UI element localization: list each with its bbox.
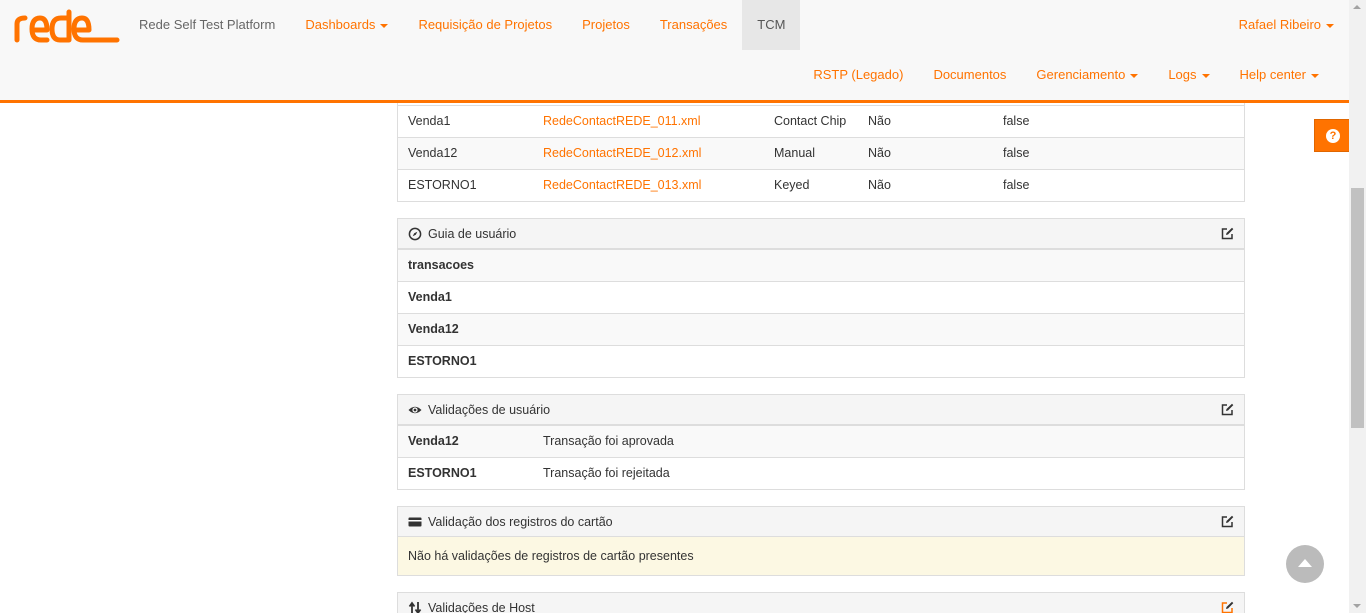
validacao-cartao-panel: Validação dos registros do cartão Não há…	[397, 506, 1245, 576]
transaction-type: Contact Chip	[774, 114, 847, 128]
eye-icon	[408, 406, 422, 414]
secondary-nav: RSTP (Legado) Documentos Gerenciamento L…	[798, 50, 1334, 100]
nav-projetos[interactable]: Projetos	[567, 0, 645, 50]
compass-icon	[408, 227, 422, 241]
guide-item: ESTORNO1	[408, 354, 477, 368]
panel-title: Validações de Host	[428, 601, 535, 613]
credit-card-icon	[408, 517, 422, 527]
table-row: ESTORNO1 RedeContactREDE_013.xml Keyed N…	[398, 169, 1244, 201]
validation-text: Transação foi rejeitada	[543, 466, 670, 480]
nav-help-center-label: Help center	[1239, 67, 1306, 82]
caret-down-icon	[1326, 23, 1334, 28]
nav-logs[interactable]: Logs	[1153, 50, 1224, 100]
nav-gerenciamento-label: Gerenciamento	[1036, 67, 1126, 82]
scrollbar-thumb[interactable]	[1351, 188, 1364, 428]
transaction-flag: Não	[868, 114, 891, 128]
list-item: ESTORNO1	[398, 345, 1244, 377]
list-item: transacoes	[398, 249, 1244, 281]
transaction-value: false	[1003, 146, 1030, 160]
validacoes-usuario-panel: Validações de usuário Venda12 Transação …	[397, 394, 1245, 490]
top-navbar: Rede Self Test Platform Dashboards Requi…	[0, 0, 1349, 103]
nav-logs-label: Logs	[1168, 67, 1197, 82]
help-button[interactable]: ?	[1314, 119, 1349, 152]
transaction-name: ESTORNO1	[408, 178, 477, 192]
nav-rstp-legado[interactable]: RSTP (Legado)	[798, 50, 918, 100]
transaction-file-link[interactable]: RedeContactREDE_012.xml	[543, 138, 701, 169]
transaction-file-link[interactable]: RedeContactREDE_011.xml	[543, 106, 700, 137]
brand-link[interactable]: Rede Self Test Platform	[124, 0, 290, 50]
validacoes-host-panel: Validações de Host	[397, 592, 1245, 613]
edit-icon[interactable]	[1221, 403, 1234, 416]
panel-heading: Validações de Host	[398, 593, 1244, 613]
caret-down-icon	[1311, 73, 1319, 78]
validation-row: ESTORNO1 Transação foi rejeitada	[398, 457, 1244, 489]
scroll-down-icon[interactable]	[1353, 604, 1361, 608]
nav-dashboards-label: Dashboards	[305, 17, 376, 32]
nav-transacoes[interactable]: Transações	[645, 0, 742, 50]
sort-arrows-icon	[408, 601, 422, 613]
validation-row: Venda12 Transação foi aprovada	[398, 425, 1244, 457]
transaction-flag: Não	[868, 178, 891, 192]
transaction-type: Manual	[774, 146, 815, 160]
caret-down-icon	[380, 23, 389, 28]
transactions-table: Venda1 RedeContactREDE_011.xml Contact C…	[397, 89, 1245, 202]
back-to-top-button[interactable]	[1286, 545, 1324, 583]
nav-help-center[interactable]: Help center	[1225, 50, 1334, 100]
panel-heading: Validação dos registros do cartão	[398, 507, 1244, 537]
panel-heading: Validações de usuário	[398, 395, 1244, 425]
page-scrollbar[interactable]	[1349, 0, 1366, 613]
nav-tcm[interactable]: TCM	[742, 0, 801, 50]
validation-name: ESTORNO1	[408, 466, 477, 480]
guia-usuario-panel: Guia de usuário transacoes Venda1 Venda1…	[397, 218, 1245, 378]
caret-down-icon	[1130, 73, 1139, 78]
edit-icon[interactable]	[1221, 515, 1234, 528]
panel-heading: Guia de usuário	[398, 219, 1244, 249]
arrow-up-icon	[1298, 559, 1312, 567]
edit-icon[interactable]	[1221, 227, 1234, 240]
transaction-flag: Não	[868, 146, 891, 160]
guide-item: Venda1	[408, 290, 452, 304]
main-nav: Rede Self Test Platform Dashboards Requi…	[124, 0, 801, 50]
list-item: Venda12	[398, 313, 1244, 345]
transaction-file-link[interactable]: RedeContactREDE_013.xml	[543, 170, 701, 201]
panel-title: Validação dos registros do cartão	[428, 515, 613, 529]
table-row: Venda1 RedeContactREDE_011.xml Contact C…	[398, 105, 1244, 137]
question-icon: ?	[1326, 129, 1340, 143]
caret-down-icon	[1201, 73, 1210, 78]
empty-message: Não há validações de registros de cartão…	[408, 549, 694, 563]
panel-title: Guia de usuário	[428, 227, 517, 241]
user-menu[interactable]: Rafael Ribeiro	[1239, 0, 1334, 50]
validation-name: Venda12	[408, 434, 459, 448]
validation-text: Transação foi aprovada	[543, 434, 674, 448]
transaction-name: Venda1	[408, 114, 451, 128]
transaction-type: Keyed	[774, 178, 810, 192]
transaction-name: Venda12	[408, 146, 458, 160]
nav-requisicao-projetos[interactable]: Requisição de Projetos	[403, 0, 567, 50]
nav-gerenciamento[interactable]: Gerenciamento	[1021, 50, 1153, 100]
panel-title: Validações de usuário	[428, 403, 551, 417]
guide-item: Venda12	[408, 322, 459, 336]
scroll-up-icon[interactable]	[1353, 5, 1361, 9]
nav-documentos[interactable]: Documentos	[918, 50, 1021, 100]
guide-item: transacoes	[408, 258, 475, 272]
transaction-value: false	[1003, 114, 1030, 128]
table-row: Venda12 RedeContactREDE_012.xml Manual N…	[398, 137, 1244, 169]
empty-message-row: Não há validações de registros de cartão…	[398, 537, 1244, 575]
transaction-value: false	[1003, 178, 1030, 192]
user-name: Rafael Ribeiro	[1238, 17, 1321, 32]
edit-icon[interactable]	[1221, 601, 1234, 613]
list-item: Venda1	[398, 281, 1244, 313]
rede-logo[interactable]	[13, 6, 121, 46]
nav-dashboards[interactable]: Dashboards	[290, 0, 403, 50]
